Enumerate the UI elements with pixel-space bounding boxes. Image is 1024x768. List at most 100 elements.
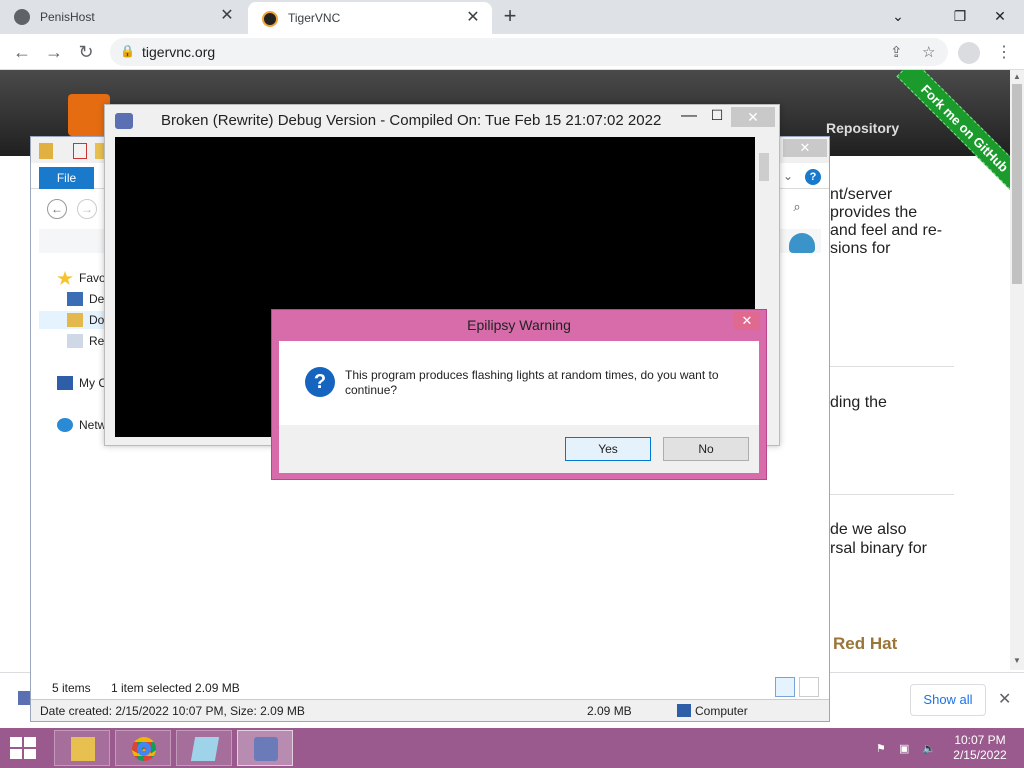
dialog-close-button[interactable]: ✕ [734, 312, 760, 330]
page-scroll-thumb[interactable] [1012, 84, 1022, 284]
web-text-line: and feel and re- [830, 222, 943, 239]
restore-window-icon[interactable]: ❐ [946, 4, 974, 28]
explorer-close-button[interactable]: ✕ [783, 139, 827, 157]
network-tray-icon[interactable]: ▣ [899, 742, 913, 755]
tab-title: TigerVNC [288, 11, 341, 25]
file-size: 2.09 MB [587, 704, 632, 718]
start-button[interactable] [10, 737, 38, 759]
selection-info: 1 item selected 2.09 MB [111, 681, 240, 695]
quick-access-folder-icon[interactable] [39, 143, 53, 159]
share-icon[interactable]: ⇪ [890, 43, 903, 61]
explorer-status-bar: 5 items 1 item selected 2.09 MB [31, 677, 829, 699]
tab-search-chevron-icon[interactable]: ⌄ [884, 4, 912, 28]
close-download-bar-icon[interactable]: ✕ [998, 689, 1011, 709]
epilepsy-warning-dialog: Epilipsy Warning ✕ ? This program produc… [271, 309, 767, 480]
close-tab-icon[interactable]: ✕ [218, 7, 236, 25]
red-hat-heading: Red Hat [833, 634, 898, 653]
question-icon: ? [305, 367, 335, 397]
yes-button[interactable]: Yes [565, 437, 651, 461]
new-tab-button[interactable]: + [498, 5, 522, 29]
nav-label: My C [79, 376, 107, 390]
windows-logo-pane [24, 749, 36, 759]
lock-icon[interactable]: 🔒 [120, 44, 135, 58]
web-text-line: ding the [830, 394, 887, 411]
vnc-close-button[interactable]: ✕ [731, 107, 775, 127]
star-icon [57, 271, 73, 285]
bookmark-star-icon[interactable]: ☆ [922, 43, 935, 61]
taskbar-clock[interactable]: 10:07 PM 2/15/2022 [948, 733, 1012, 763]
taskbar-vnc-viewer[interactable] [237, 730, 293, 766]
details-view-icon[interactable] [775, 677, 795, 697]
notepad-icon [190, 737, 220, 761]
help-icon[interactable]: ? [805, 169, 821, 185]
vnc-minimize-button[interactable]: — [677, 107, 701, 127]
scroll-up-icon[interactable]: ▲ [1013, 72, 1021, 81]
file-tab[interactable]: File [39, 167, 94, 189]
computer-icon [677, 704, 691, 717]
browser-tab-strip: PenisHost ✕ TigerVNC ✕ + ⌄ ❐ ✕ [0, 0, 1024, 34]
recent-places-icon [67, 334, 83, 348]
taskbar-file-explorer[interactable] [54, 730, 110, 766]
tab-penishost[interactable]: PenisHost ✕ [0, 0, 246, 34]
explorer-forward-icon[interactable]: → [77, 199, 97, 219]
close-tab-icon[interactable]: ✕ [464, 9, 482, 27]
explorer-details-bar: Date created: 2/15/2022 10:07 PM, Size: … [31, 699, 829, 721]
browser-toolbar: ← → ↻ 🔒 tigervnc.org ⇪ ☆ ⋮ [0, 34, 1024, 70]
address-bar[interactable]: 🔒 tigervnc.org ⇪ ☆ [110, 38, 948, 66]
downloads-folder-icon [67, 313, 83, 327]
no-button[interactable]: No [663, 437, 749, 461]
app-mascot-icon [789, 233, 815, 253]
divider [830, 494, 954, 495]
nav-label: De [89, 292, 105, 306]
divider [830, 366, 954, 367]
close-window-icon[interactable]: ✕ [986, 4, 1014, 28]
scroll-down-icon[interactable]: ▼ [1013, 656, 1021, 665]
tab-tigervnc[interactable]: TigerVNC ✕ [248, 2, 492, 34]
tigervnc-favicon-icon [262, 11, 278, 27]
windows-logo-pane [10, 737, 22, 747]
dialog-button-row: Yes No [279, 425, 759, 473]
vnc-viewer-icon [254, 737, 278, 761]
taskbar-notepad[interactable] [176, 730, 232, 766]
web-text-line: sions for [830, 240, 891, 257]
profile-avatar[interactable] [958, 42, 980, 64]
browser-menu-icon[interactable]: ⋮ [996, 42, 1012, 62]
expand-ribbon-icon[interactable]: ⌄ [783, 169, 793, 183]
repository-link[interactable]: Repository [826, 120, 899, 136]
windows-logo-pane [10, 749, 22, 759]
chrome-icon [132, 737, 156, 761]
dialog-message: This program produces flashing lights at… [345, 368, 719, 397]
clock-time: 10:07 PM [954, 733, 1006, 747]
computer-icon [57, 376, 73, 390]
nav-label: Do [89, 313, 105, 327]
web-text-line: nt/server [830, 186, 893, 203]
vnc-scroll-thumb[interactable] [759, 153, 769, 181]
vnc-maximize-button[interactable]: ☐ [705, 107, 729, 127]
volume-icon[interactable]: 🔈 [922, 742, 936, 755]
action-center-flag-icon[interactable]: ⚑ [876, 742, 890, 755]
file-details: Date created: 2/15/2022 10:07 PM, Size: … [40, 704, 305, 718]
show-all-button[interactable]: Show all [910, 684, 986, 716]
large-icons-view-icon[interactable] [799, 677, 819, 697]
back-button[interactable]: ← [10, 40, 34, 64]
properties-icon[interactable] [73, 143, 87, 159]
forward-button[interactable]: → [42, 40, 66, 64]
vnc-window-title: Broken (Rewrite) Debug Version - Compile… [161, 112, 662, 129]
network-icon [57, 418, 73, 432]
nav-label: Favo [79, 271, 106, 285]
vnc-app-icon[interactable] [115, 113, 133, 129]
nav-label: Re [89, 334, 105, 348]
dialog-body: ? This program produces flashing lights … [279, 341, 759, 425]
taskbar-chrome[interactable] [115, 730, 171, 766]
folder-icon [71, 737, 95, 761]
search-icon[interactable]: ⌕ [783, 199, 811, 219]
url-text[interactable]: tigervnc.org [142, 44, 215, 60]
item-count: 5 items [52, 681, 91, 695]
tab-title: PenisHost [40, 10, 95, 24]
location-label: Computer [695, 704, 748, 718]
windows-taskbar: ⚑ ▣ 🔈 10:07 PM 2/15/2022 [0, 728, 1024, 768]
clock-date: 2/15/2022 [953, 748, 1007, 762]
desktop-icon [67, 292, 83, 306]
explorer-back-icon[interactable]: ← [47, 199, 67, 219]
reload-button[interactable]: ↻ [74, 40, 98, 64]
